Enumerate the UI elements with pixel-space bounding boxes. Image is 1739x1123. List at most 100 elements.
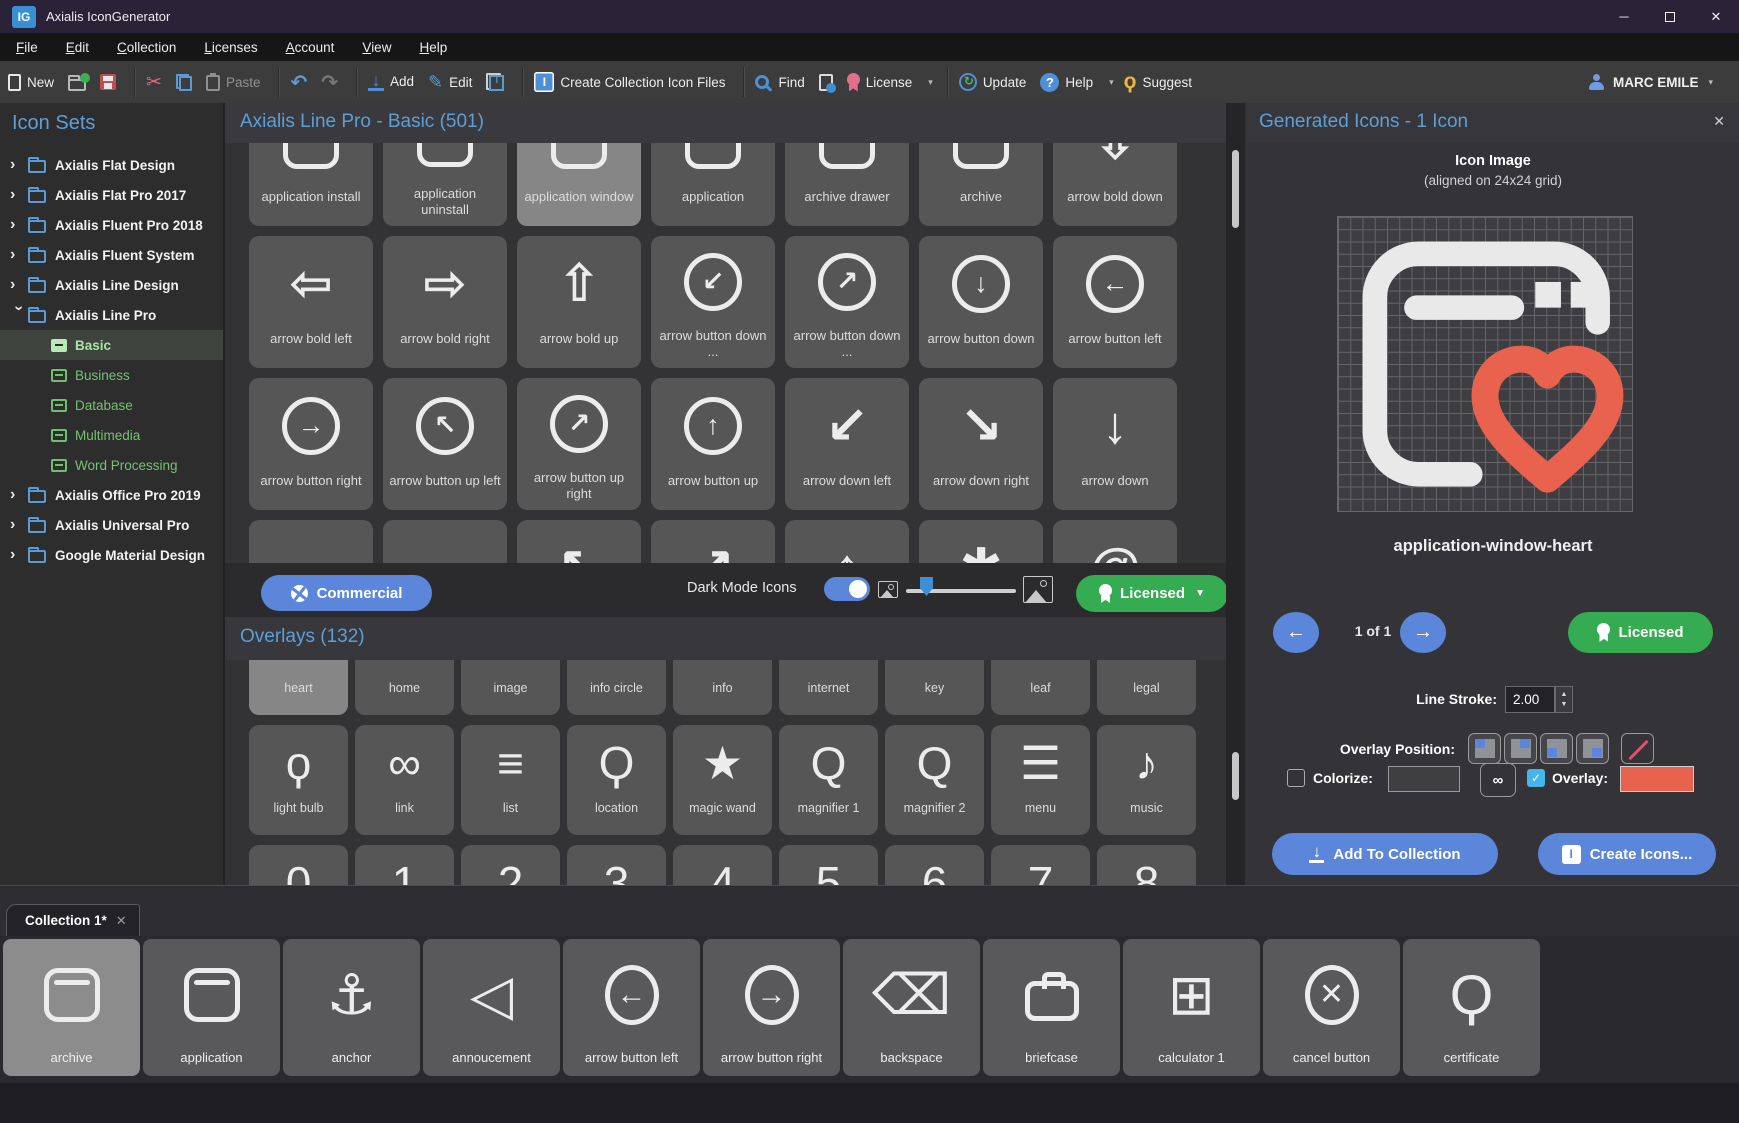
- icon-archive-drawer[interactable]: archive drawer: [785, 143, 909, 226]
- cut-button[interactable]: [146, 71, 162, 94]
- overlay-list[interactable]: ≡list: [461, 725, 560, 835]
- collection-icon-anchor[interactable]: ⚓anchor: [283, 939, 420, 1076]
- collection-icon-application[interactable]: application: [143, 939, 280, 1076]
- chevron-right-icon[interactable]: ›: [10, 187, 27, 203]
- collection-icon-archive[interactable]: archive: [3, 939, 140, 1076]
- icon-application-install[interactable]: application install: [249, 143, 373, 226]
- icon-tile[interactable]: ↗: [651, 520, 775, 563]
- maximize-button[interactable]: [1647, 0, 1693, 33]
- overlay-magnifier-2[interactable]: Qmagnifier 2: [885, 725, 984, 835]
- overlay-magnifier-1[interactable]: Qmagnifier 1: [779, 725, 878, 835]
- sidebar-item-google-material-design[interactable]: ›Google Material Design: [0, 540, 223, 570]
- line-stroke-input[interactable]: 2.00: [1505, 686, 1555, 713]
- slider-thumb[interactable]: [920, 577, 933, 596]
- overlay-magic-wand[interactable]: ★magic wand: [673, 725, 772, 835]
- sidebar-item-axialis-line-design[interactable]: ›Axialis Line Design: [0, 270, 223, 300]
- sidebar-item-business[interactable]: Business: [0, 360, 223, 390]
- sidebar-item-axialis-flat-design[interactable]: ›Axialis Flat Design: [0, 150, 223, 180]
- icon-arrow-down[interactable]: ↓arrow down: [1053, 378, 1177, 510]
- collection-icon-arrow-button-left[interactable]: ←arrow button left: [563, 939, 700, 1076]
- spin-down-icon[interactable]: ▼: [1561, 700, 1568, 710]
- icon-arrow-button-right[interactable]: →arrow button right: [249, 378, 373, 510]
- menu-view[interactable]: View: [362, 40, 391, 55]
- collection-icon-annoucement[interactable]: ◁annoucement: [423, 939, 560, 1076]
- icon-application-uninstall[interactable]: application uninstall: [383, 143, 507, 226]
- icon-tile[interactable]: ←: [249, 520, 373, 563]
- sidebar-item-basic[interactable]: Basic: [0, 330, 223, 360]
- sidebar-item-axialis-universal-pro[interactable]: ›Axialis Universal Pro: [0, 510, 223, 540]
- chevron-right-icon[interactable]: ›: [10, 277, 27, 293]
- chevron-right-icon[interactable]: ›: [10, 517, 27, 533]
- overlay-image[interactable]: image: [461, 660, 560, 715]
- icon-archive[interactable]: archive: [919, 143, 1043, 226]
- redo-button[interactable]: [321, 70, 338, 95]
- spin-up-icon[interactable]: ▲: [1561, 690, 1568, 700]
- overlay-tile[interactable]: 6: [885, 845, 984, 885]
- panel-close-icon[interactable]: ✕: [1713, 113, 1725, 130]
- overlay-info-circle[interactable]: info circle: [567, 660, 666, 715]
- sidebar-item-multimedia[interactable]: Multimedia: [0, 420, 223, 450]
- icon-arrow-down-left[interactable]: ↙arrow down left: [785, 378, 909, 510]
- collection-tab[interactable]: Collection 1* ✕: [6, 904, 140, 936]
- scrollbar-track[interactable]: [1226, 103, 1245, 885]
- link-colors-button[interactable]: [1480, 763, 1516, 797]
- suggest-button[interactable]: Suggest: [1124, 70, 1192, 94]
- menu-file[interactable]: File: [16, 40, 38, 55]
- chevron-right-icon[interactable]: ›: [10, 217, 27, 233]
- overlay-music[interactable]: ♪music: [1097, 725, 1196, 835]
- overlay-tile[interactable]: 3: [567, 845, 666, 885]
- chevron-right-icon[interactable]: ›: [10, 487, 27, 503]
- icon-tile[interactable]: ↑: [785, 520, 909, 563]
- overlay-home[interactable]: home: [355, 660, 454, 715]
- add-to-collection-button[interactable]: Add To Collection: [1272, 833, 1498, 875]
- overlay-leaf[interactable]: leaf: [991, 660, 1090, 715]
- sidebar-item-axialis-office-pro-2019[interactable]: ›Axialis Office Pro 2019: [0, 480, 223, 510]
- chevron-right-icon[interactable]: ›: [10, 157, 27, 173]
- overlay-location[interactable]: Ϙlocation: [567, 725, 666, 835]
- menu-help[interactable]: Help: [419, 40, 447, 55]
- file-info-button[interactable]: [819, 74, 833, 91]
- collection-tab-close-icon[interactable]: ✕: [116, 913, 127, 929]
- sidebar-item-word-processing[interactable]: Word Processing: [0, 450, 223, 480]
- overlay-info[interactable]: info: [673, 660, 772, 715]
- overlay-tile[interactable]: 0: [249, 845, 348, 885]
- icon-arrow-bold-down[interactable]: ⇩arrow bold down: [1053, 143, 1177, 226]
- paste-button[interactable]: Paste: [206, 73, 261, 91]
- undo-button[interactable]: [290, 70, 307, 95]
- overlay-legal[interactable]: legal: [1097, 660, 1196, 715]
- overlay-light-bulb[interactable]: ϙlight bulb: [249, 725, 348, 835]
- icon-tile[interactable]: @: [1053, 520, 1177, 563]
- help-dropdown-arrow[interactable]: ▾: [1109, 77, 1114, 88]
- icon-arrow-button-up[interactable]: ↑arrow button up: [651, 378, 775, 510]
- overlay-tile[interactable]: 1: [355, 845, 454, 885]
- overlay-tile[interactable]: 8: [1097, 845, 1196, 885]
- sidebar-item-axialis-flat-pro-2017[interactable]: ›Axialis Flat Pro 2017: [0, 180, 223, 210]
- update-button[interactable]: Update: [959, 73, 1027, 91]
- duplicate-icon-button[interactable]: [486, 73, 504, 91]
- next-icon-button[interactable]: →: [1400, 612, 1446, 653]
- account-dropdown-arrow[interactable]: ▾: [1708, 77, 1713, 88]
- sidebar-item-database[interactable]: Database: [0, 390, 223, 420]
- create-collection-icon-files-button[interactable]: Create Collection Icon Files: [534, 72, 725, 92]
- sidebar-item-axialis-fluent-pro-2018[interactable]: ›Axialis Fluent Pro 2018: [0, 210, 223, 240]
- license-button[interactable]: License: [847, 75, 913, 90]
- open-button[interactable]: [68, 74, 86, 91]
- overlay-menu[interactable]: ☰menu: [991, 725, 1090, 835]
- overlay-tile[interactable]: 5: [779, 845, 878, 885]
- edit-button[interactable]: Edit: [428, 72, 472, 93]
- overlay-heart[interactable]: heart: [249, 660, 348, 715]
- overlay-position-top-left-button[interactable]: [1468, 733, 1501, 764]
- menu-collection[interactable]: Collection: [117, 40, 176, 55]
- find-button[interactable]: Find: [755, 75, 804, 90]
- collection-icon-certificate[interactable]: Ϙcertificate: [1403, 939, 1540, 1076]
- overlay-position-bottom-right-button[interactable]: [1576, 733, 1609, 764]
- collection-icon-arrow-button-right[interactable]: →arrow button right: [703, 939, 840, 1076]
- menu-account[interactable]: Account: [286, 40, 335, 55]
- collection-icon-cancel-button[interactable]: ✕cancel button: [1263, 939, 1400, 1076]
- dark-mode-toggle[interactable]: [824, 577, 870, 601]
- overlay-color-swatch[interactable]: [1620, 766, 1694, 792]
- overlay-position-none-button[interactable]: [1621, 733, 1654, 764]
- icon-arrow-button-up-right[interactable]: ↗arrow button up right: [517, 378, 641, 510]
- overlay-checkbox[interactable]: [1527, 769, 1545, 787]
- commercial-button[interactable]: Commercial: [261, 575, 432, 611]
